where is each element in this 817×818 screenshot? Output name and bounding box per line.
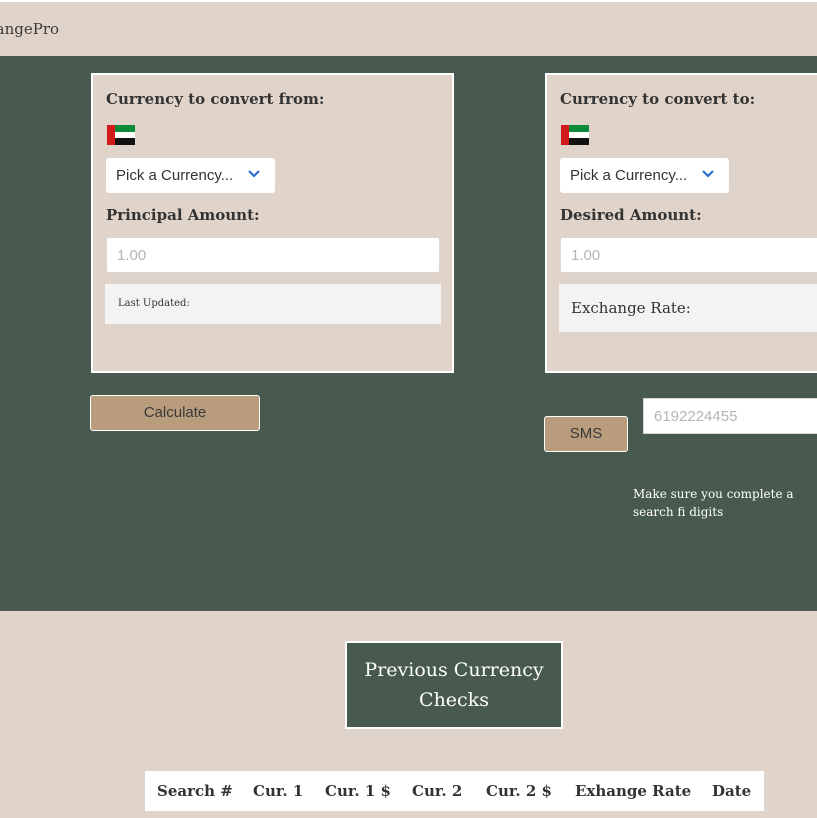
- column-header-currency-2-amount: Cur. 2 $: [486, 782, 552, 800]
- from-currency-select[interactable]: Pick a Currency...: [106, 158, 275, 193]
- sms-button[interactable]: SMS: [544, 416, 628, 452]
- exchange-rate-label: Exchange Rate:: [571, 299, 691, 317]
- column-header-currency-2: Cur. 2: [412, 782, 463, 800]
- convert-from-title: Currency to convert from:: [106, 90, 325, 108]
- previous-checks-heading: Previous Currency Checks: [345, 641, 563, 729]
- from-currency-select-value: Pick a Currency...: [116, 167, 234, 184]
- convert-to-title: Currency to convert to:: [560, 90, 756, 108]
- uae-flag-icon: [107, 125, 135, 146]
- converter-panel: Currency to convert from: Pick a Currenc…: [0, 56, 817, 611]
- convert-to-card: Currency to convert to: Pick a Currency.…: [545, 73, 817, 373]
- desired-amount-placeholder: 1.00: [571, 247, 601, 264]
- history-table-header: Search # Cur. 1 Cur. 1 $ Cur. 2 Cur. 2 $…: [145, 771, 764, 811]
- column-header-date: Date: [712, 782, 752, 800]
- column-header-currency-1: Cur. 1: [253, 782, 304, 800]
- desired-amount-input[interactable]: 1.00: [560, 237, 817, 273]
- to-currency-select-value: Pick a Currency...: [570, 167, 688, 184]
- last-updated-box: Last Updated:: [105, 284, 441, 324]
- exchange-rate-box: Exchange Rate:: [559, 284, 817, 332]
- to-currency-select[interactable]: Pick a Currency...: [560, 158, 729, 193]
- chevron-down-icon: [248, 170, 260, 178]
- navbar: hangePro: [0, 0, 817, 56]
- convert-from-card: Currency to convert from: Pick a Currenc…: [91, 73, 454, 373]
- brand-logo-text[interactable]: hangePro: [0, 20, 59, 38]
- phone-number-input[interactable]: 6192224455: [643, 398, 817, 434]
- column-header-currency-1-amount: Cur. 1 $: [325, 782, 391, 800]
- column-header-search-number: Search #: [157, 782, 233, 800]
- principal-amount-placeholder: 1.00: [117, 247, 147, 264]
- principal-amount-input[interactable]: 1.00: [106, 237, 440, 273]
- uae-flag-icon: [561, 125, 589, 146]
- sms-hint-text: Make sure you complete a search fi digit…: [633, 487, 794, 519]
- last-updated-label: Last Updated:: [118, 298, 190, 309]
- column-header-exchange-rate: Exhange Rate: [575, 782, 692, 800]
- desired-amount-label: Desired Amount:: [560, 206, 702, 224]
- chevron-down-icon: [702, 170, 714, 178]
- phone-number-placeholder: 6192224455: [654, 408, 738, 425]
- principal-amount-label: Principal Amount:: [106, 206, 260, 224]
- calculate-button[interactable]: Calculate: [90, 395, 260, 431]
